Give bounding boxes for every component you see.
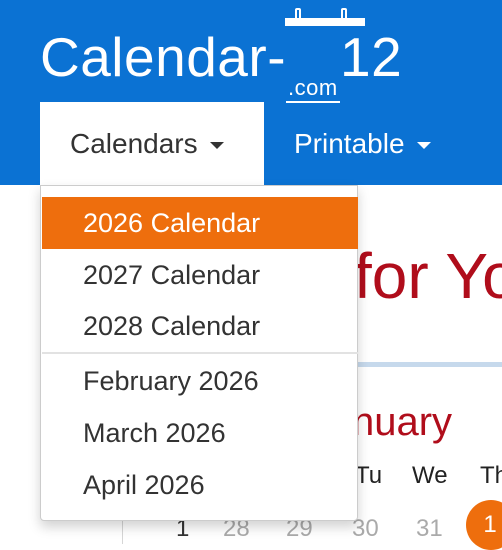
site-logo[interactable]: Calendar- 12 .com [40, 22, 402, 103]
logo-number: 12 [340, 26, 403, 88]
nav-printable[interactable]: Printable [266, 102, 466, 185]
calendar-binder-icon [285, 8, 365, 26]
menu-item-2028-calendar[interactable]: 2028 Calendar [42, 300, 358, 352]
today-day[interactable]: 1 [466, 500, 502, 550]
menu-item-february-2026[interactable]: February 2026 [42, 355, 358, 407]
weekday-we: We [412, 462, 448, 489]
nav-calendars-label: Calendars [70, 127, 198, 159]
nav-printable-label: Printable [294, 127, 405, 159]
logo-text: Calendar- [40, 26, 287, 88]
calendar-day[interactable]: 31 [416, 514, 443, 544]
menu-item-2027-calendar[interactable]: 2027 Calendar [42, 249, 358, 301]
site-header: Calendar- 12 .com Calendars Printable [0, 0, 502, 185]
menu-divider [42, 352, 358, 354]
chevron-down-icon [209, 142, 224, 149]
logo-domain: .com [286, 76, 340, 103]
month-heading: nuary [352, 400, 453, 444]
calendars-dropdown-menu: 2026 Calendar 2027 Calendar 2028 Calenda… [40, 185, 358, 521]
menu-item-march-2026[interactable]: March 2026 [42, 407, 358, 459]
menu-item-april-2026[interactable]: April 2026 [42, 459, 358, 511]
page-title: for Yo [354, 240, 502, 312]
menu-item-2026-calendar[interactable]: 2026 Calendar [42, 197, 358, 249]
section-divider [350, 362, 502, 367]
weekday-tu: Tu [355, 462, 383, 489]
nav-calendars[interactable]: Calendars [40, 102, 264, 185]
weekday-th: Th [480, 462, 502, 489]
chevron-down-icon [416, 142, 431, 149]
